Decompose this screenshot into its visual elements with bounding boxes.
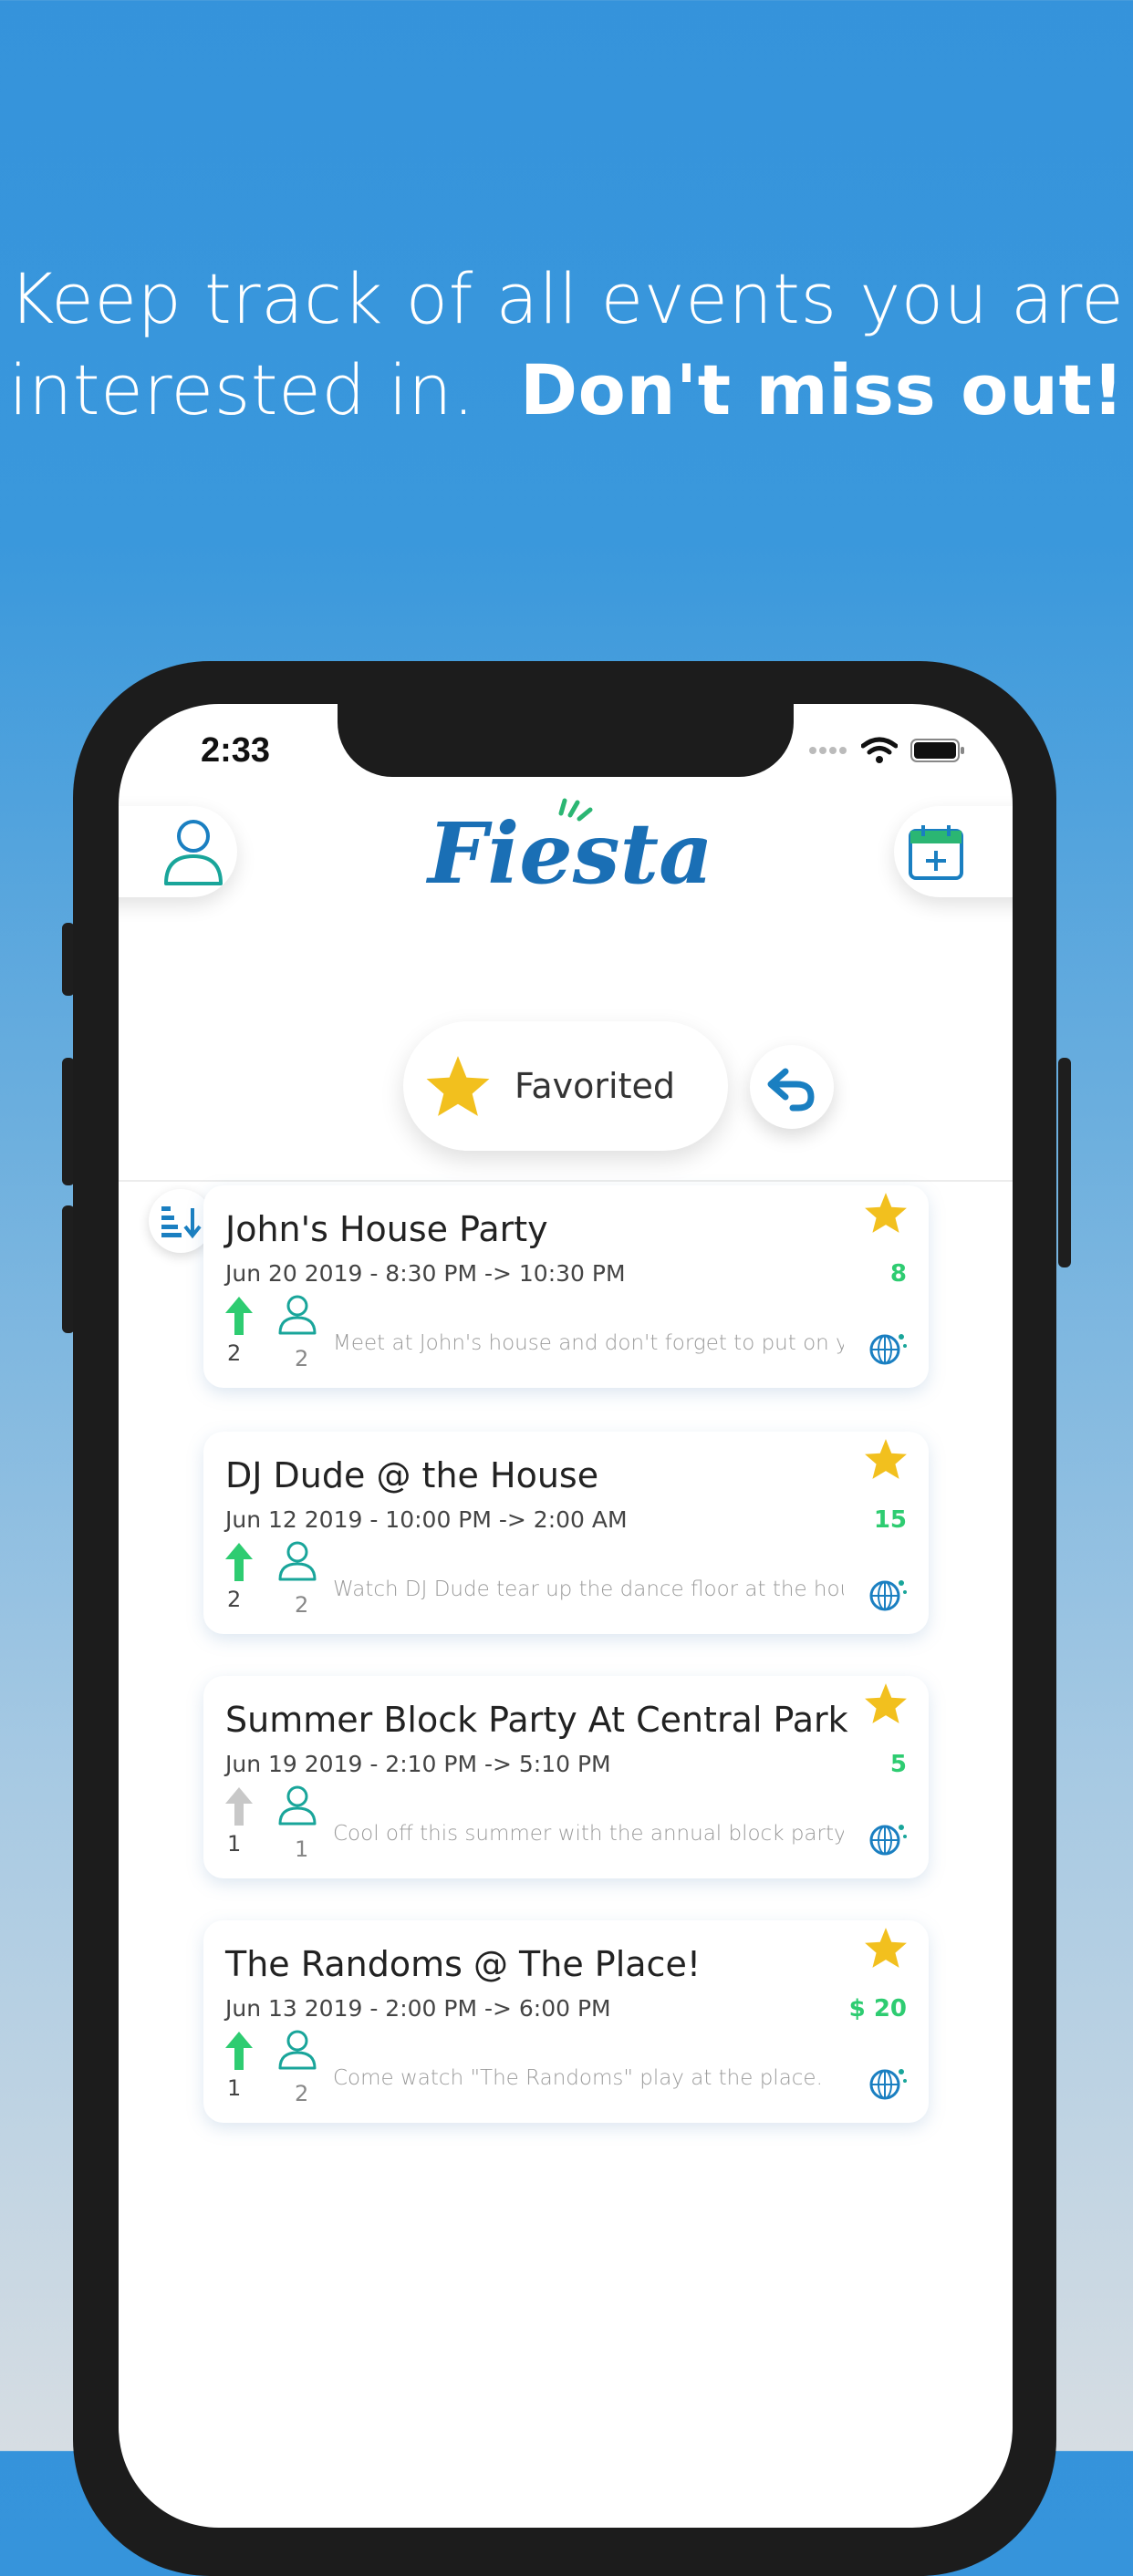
disco-ball-icon	[869, 1825, 907, 1856]
attendees-icon	[278, 1541, 317, 1581]
attendees-button[interactable]	[276, 1293, 318, 1341]
attendee-count: 2	[295, 2081, 309, 2106]
disco-ball-icon	[869, 1580, 907, 1611]
event-date: Jun 13 2019 - 2:00 PM -> 6:00 PM	[225, 1995, 611, 2022]
headline-line-2-bold: Don't miss out!	[520, 349, 1125, 430]
event-card[interactable]: DJ Dude @ the House Jun 12 2019 - 10:00 P…	[203, 1432, 929, 1634]
attendees-button[interactable]	[276, 2028, 318, 2076]
undo-button[interactable]	[750, 1045, 834, 1129]
fiesta-logo: Fiesta!	[424, 795, 750, 909]
attendee-count: 1	[295, 1836, 309, 1862]
signal-icon	[809, 747, 847, 754]
attendee-count: 2	[295, 1592, 309, 1618]
event-count: 5	[889, 1751, 907, 1778]
attendees-icon	[278, 2030, 317, 2070]
headline-line-1: Keep track of all events you are	[8, 258, 1125, 339]
person-icon	[164, 820, 223, 885]
event-card[interactable]: The Randoms @ The Place! Jun 13 2019 - 2:…	[203, 1920, 929, 2123]
calendar-add-icon	[909, 825, 963, 880]
event-type-badge	[867, 1574, 909, 1620]
favorite-toggle[interactable]	[863, 1437, 909, 1485]
event-title: The Randoms @ The Place!	[225, 1944, 702, 1984]
upvote-count: 1	[227, 1831, 242, 1857]
disco-ball-icon	[869, 2069, 907, 2100]
favorite-star-icon	[865, 1928, 907, 1968]
event-title: DJ Dude @ the House	[225, 1455, 599, 1495]
attendees-icon	[278, 1785, 317, 1826]
phone-power-button	[1058, 1058, 1071, 1267]
event-description: Cool off this summer with the annual blo…	[333, 1822, 844, 1846]
event-description: Meet at John's house and don't forget to…	[333, 1331, 844, 1355]
attendee-count: 2	[295, 1346, 309, 1371]
promo-headline: Keep track of all events you are interes…	[0, 253, 1133, 436]
wifi-icon	[861, 737, 898, 763]
upvote-button[interactable]	[223, 1785, 255, 1832]
event-title: Summer Block Party At Central Park	[225, 1700, 848, 1740]
phone-notch	[338, 704, 794, 777]
status-icons	[808, 737, 965, 764]
event-date: Jun 12 2019 - 10:00 PM -> 2:00 AM	[225, 1506, 628, 1533]
event-type-badge	[867, 1328, 909, 1374]
headline-line-2: interested in. Don't miss out!	[0, 345, 1133, 436]
favorite-toggle[interactable]	[863, 1191, 909, 1239]
favorited-label: Favorited	[515, 1066, 675, 1106]
upvote-count: 2	[227, 1340, 242, 1366]
upvote-count: 1	[227, 2075, 242, 2101]
star-icon	[426, 1056, 490, 1116]
list-divider	[119, 1180, 1013, 1182]
event-card[interactable]: John's House Party Jun 20 2019 - 8:30 PM …	[203, 1185, 929, 1388]
battery-icon	[910, 739, 964, 762]
favorite-star-icon	[865, 1683, 907, 1723]
event-type-badge	[867, 2063, 909, 2109]
favorite-star-icon	[865, 1439, 907, 1479]
event-date: Jun 20 2019 - 8:30 PM -> 10:30 PM	[225, 1260, 626, 1287]
event-date: Jun 19 2019 - 2:10 PM -> 5:10 PM	[225, 1751, 611, 1777]
upvote-arrow-icon	[225, 1543, 253, 1581]
upvote-count: 2	[227, 1587, 242, 1612]
event-description: Come watch "The Randoms" play at the pla…	[333, 2066, 823, 2090]
event-type-badge	[867, 1818, 909, 1865]
add-event-button[interactable]	[894, 806, 1013, 897]
phone-screen: 2:33 Fiesta!	[119, 704, 1013, 2528]
upvote-button[interactable]	[223, 2030, 255, 2076]
disco-ball-icon	[869, 1334, 907, 1365]
favorite-toggle[interactable]	[863, 1926, 909, 1974]
favorite-star-icon	[865, 1193, 907, 1233]
event-card[interactable]: Summer Block Party At Central Park Jun 19…	[203, 1676, 929, 1878]
favorite-toggle[interactable]	[863, 1681, 909, 1730]
upvote-arrow-icon	[225, 2032, 253, 2070]
event-count: $ 20	[848, 1995, 907, 2023]
profile-button[interactable]	[119, 806, 237, 897]
event-description: Watch DJ Dude tear up the dance floor at…	[333, 1578, 844, 1601]
headline-line-2-regular: interested in.	[8, 349, 475, 430]
logo-text: Fiesta!	[425, 804, 707, 903]
upvote-button[interactable]	[223, 1541, 255, 1588]
upvote-arrow-icon	[225, 1787, 253, 1826]
status-time: 2:33	[201, 731, 271, 770]
event-count: 8	[889, 1260, 907, 1288]
sort-icon	[161, 1206, 202, 1239]
upvote-button[interactable]	[223, 1295, 255, 1341]
upvote-arrow-icon	[225, 1297, 253, 1335]
attendees-button[interactable]	[276, 1539, 318, 1588]
event-title: John's House Party	[225, 1209, 548, 1249]
favorited-filter-button[interactable]: Favorited	[403, 1021, 728, 1151]
attendees-icon	[278, 1295, 317, 1335]
event-count: 15	[873, 1506, 907, 1534]
attendees-button[interactable]	[276, 1784, 318, 1832]
undo-icon	[767, 1068, 815, 1112]
